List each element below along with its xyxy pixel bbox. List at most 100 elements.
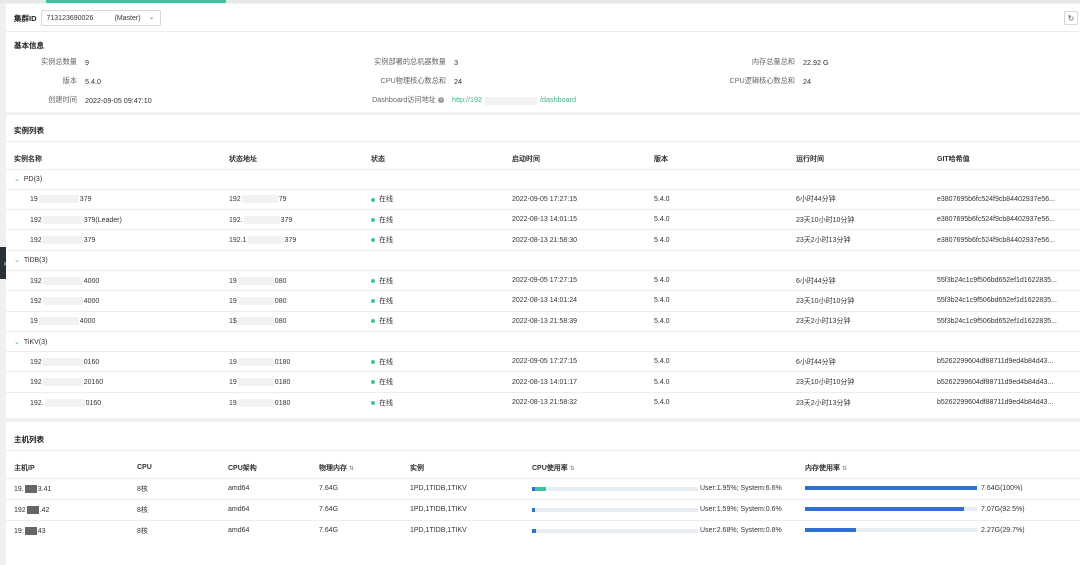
start-cell: 2022-09-05 17:27:15 [504,351,646,372]
start-cell: 2022-09-05 17:27:15 [504,269,646,291]
cpu-system-fill [535,486,546,491]
kv-value: 24 [454,76,462,86]
instance-row: 192 0160 19 0180 在线 2022-09-05 17:27:15 5.4.0 6… [6,351,1080,372]
chevron-down-icon: ⌄ [14,257,20,265]
version-cell: 5.4.0 [646,290,788,312]
kv-label: 实例总数量 [41,57,77,66]
top-progress-strip [0,0,1080,3]
cpu-usage-bar [532,507,698,512]
kv-instance-count: 实例总数量 9 [6,57,89,67]
version-cell: 5.4.0 [646,269,788,291]
redacted-block [237,317,274,326]
address-suffix: 0180 [274,378,291,386]
info-icon[interactable]: i [438,97,444,103]
redacted-block [42,236,83,245]
refresh-button[interactable]: ↻ [1064,11,1078,25]
host-row: 19: 43 8核 amd64 7.64G 1PD,1TIDB,1TIKV User:2.6… [6,519,1080,541]
status-text: 在线 [379,237,393,245]
address-prefix: 19 [229,358,237,366]
uptime-cell: 23天2小时13分钟 [788,229,929,251]
cluster-id-select[interactable]: 713123690026 (Master) ⌄ [40,10,161,26]
instance-name-suffix: 4000 [83,297,100,305]
instance-row: 192 4000 19 080 在线 2022-08-13 14:01:24 5.4.0 23… [6,290,1080,312]
memory-usage-cell: 7.64G(100%) [797,477,1080,499]
instance-group-row[interactable]: ⌄ TiDB(3) [6,249,1080,271]
start-cell: 2022-08-13 14:01:15 [504,209,646,230]
dashboard-link[interactable]: http://192/dashboard [452,95,576,105]
ip-prefix: 19. [14,485,24,493]
refresh-icon: ↻ [1067,13,1075,23]
instance-name-suffix: 0160 [83,358,100,366]
instance-group-row[interactable]: ⌄ PD(3) [6,168,1080,190]
git-cell: e3807695b6fc524f9cb84402937e56... [929,188,1080,210]
kv-label: 内存总量总和 [751,57,795,66]
cpu-user-fill [532,507,535,512]
instance-group-cell[interactable]: ⌄ TiKV(3) [6,330,1080,352]
inst-cell: 1PD,1TIDB,1TIKV [402,477,524,499]
redacted-block [247,236,284,245]
instance-group-row[interactable]: ⌄ TiKV(3) [6,330,1080,352]
mem-cell: 7.64G [311,477,402,499]
redacted-block [243,215,280,224]
instance-name-prefix: 192 [30,236,42,244]
status-cell: 在线 [363,188,504,210]
start-cell: 2022-09-05 17:27:15 [504,188,646,210]
git-cell: b5262299604df88711d9ed4b84d43... [929,351,1080,372]
instance-row: 192. 0160 19 0180 在线 2022-08-13 21:58:32 5.4.0… [6,391,1080,413]
instance-table-header: 实例名称 状态地址 状态 启动时间 版本 运行时间 GIT哈希值 [6,149,1080,169]
status-address-cell: 19 080 [221,290,363,312]
status-text: 在线 [379,216,393,224]
instance-group-cell[interactable]: ⌄ PD(3) [6,168,1080,190]
instance-name-suffix: 379 [83,236,96,244]
redacted-block [237,296,274,305]
redacted-block [237,357,274,366]
kv-value: 3 [454,57,458,67]
col-physical-memory[interactable]: 物理内存 ⇅ [311,458,402,478]
kv-value: 22.92 G [803,57,829,67]
status-address-cell: 19 0180 [221,391,363,413]
kv-value: 5.4.0 [85,76,101,86]
version-cell: 5.4.0 [646,351,788,372]
ip-suffix: .42 [39,506,50,514]
instance-name-suffix: 379(Leader) [83,216,122,224]
chevron-down-icon: ⌄ [14,176,20,184]
col-cpu-usage[interactable]: CPU使用率 ⇅ [524,458,797,478]
ip-suffix: 3.41 [37,485,52,493]
cpu-cell: 8核 [129,519,220,541]
instance-group-name: TiKV(3) [23,338,48,346]
uptime-cell: 6小时44分钟 [788,269,929,291]
address-suffix: 379 [284,236,297,244]
sort-icon: ⇅ [349,465,355,472]
host-row: 192.42 8核 amd64 7.64G 1PD,1TIDB,1TIKV User:1.… [6,498,1080,520]
instance-name-cell: 192 4000 [6,290,221,312]
instance-name-cell: 192 4000 [6,269,221,291]
version-cell: 5.4.0 [646,310,788,332]
online-dot-icon [371,299,375,304]
instance-name-suffix: 4000 [83,277,100,285]
instance-list-title: 实例列表 [14,126,44,135]
kv-cpu-physical: CPU物理核心数总和 24 [306,76,463,86]
instance-name-prefix: 19 [30,318,38,326]
address-prefix: 192 [229,196,241,204]
instance-group-cell[interactable]: ⌄ TiDB(3) [6,249,1080,271]
status-address-cell: 192.1 379 [221,229,363,251]
status-cell: 在线 [363,209,504,230]
instance-row: 19 379 192 79 在线 2022-09-05 17:27:15 5.4.0 6小时4… [6,188,1080,210]
instance-name-suffix: 4000 [79,318,96,326]
instance-name-cell: 192. 0160 [6,391,221,413]
col-memory-usage[interactable]: 内存使用率 ⇅ [797,458,1080,478]
cluster-id-label: 集群ID [14,13,37,23]
kv-label: 版本 [62,76,77,85]
cluster-id-value: 713123690026 [46,14,94,22]
version-cell: 5.4.0 [646,391,788,413]
online-dot-icon [371,238,375,243]
instance-name-prefix: 192 [30,378,42,386]
host-list-title: 主机列表 [14,435,44,444]
redacted-block [237,398,274,407]
redacted-block [42,378,83,387]
redacted-block [237,276,274,285]
address-prefix: 1$ [229,318,237,326]
instance-row: 192 4000 19 080 在线 2022-09-05 17:27:15 5.4.0 6小… [6,269,1080,291]
online-dot-icon [371,359,375,364]
host-ip-cell: 19: 43 [6,519,129,541]
